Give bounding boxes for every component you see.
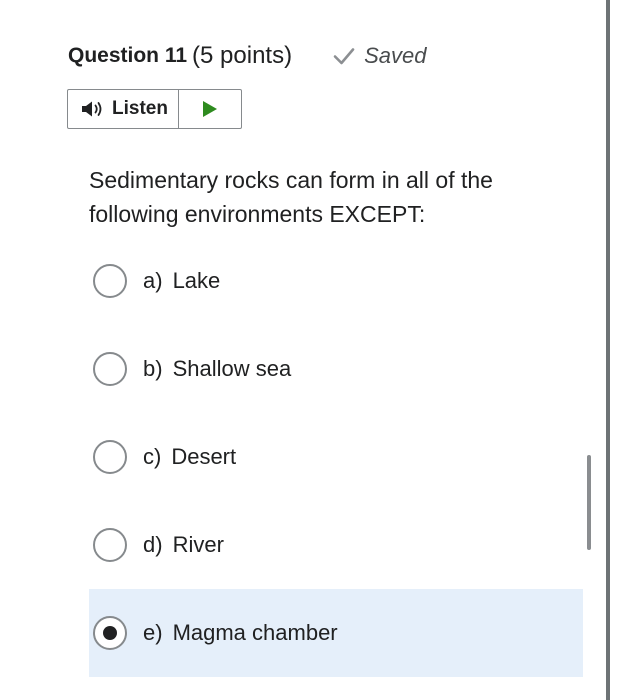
listen-button[interactable]: Listen	[68, 90, 179, 128]
saved-status: Saved	[332, 43, 426, 69]
radio-button[interactable]	[93, 440, 127, 474]
radio-button[interactable]	[93, 616, 127, 650]
question-header: Question 11 (5 points) Saved	[68, 40, 426, 72]
option-label: c) Desert	[143, 444, 236, 470]
play-button[interactable]	[179, 90, 241, 128]
option-text: River	[172, 532, 224, 557]
radio-button[interactable]	[93, 264, 127, 298]
radio-button[interactable]	[93, 352, 127, 386]
option-letter: d)	[143, 532, 163, 557]
option-text: Desert	[171, 444, 237, 469]
option-label: d) River	[143, 532, 224, 558]
question-title: Question 11	[68, 44, 188, 67]
scrollbar-thumb[interactable]	[587, 455, 591, 550]
answer-options: a) Lake b) Shallow sea c) Desert d) River e)…	[89, 237, 583, 677]
option-letter: e)	[143, 620, 163, 645]
answer-option-a[interactable]: a) Lake	[89, 237, 583, 325]
answer-option-e[interactable]: e) Magma chamber	[89, 589, 583, 677]
radio-button[interactable]	[93, 528, 127, 562]
answer-option-d[interactable]: d) River	[89, 501, 583, 589]
option-text: Lake	[172, 268, 221, 293]
option-letter: b)	[143, 356, 163, 381]
panel-right-border	[606, 0, 610, 700]
speaker-icon	[82, 101, 102, 117]
check-icon	[333, 48, 355, 65]
question-points: (5 points)	[192, 42, 293, 69]
option-label: a) Lake	[143, 268, 220, 294]
read-aloud-toolbar: Listen	[67, 89, 242, 129]
play-icon	[202, 101, 217, 117]
answer-option-b[interactable]: b) Shallow sea	[89, 325, 583, 413]
option-label: b) Shallow sea	[143, 356, 291, 382]
radio-dot	[103, 626, 117, 640]
option-letter: a)	[143, 268, 163, 293]
listen-label: Listen	[112, 98, 168, 119]
question-prompt: Sedimentary rocks can form in all of the…	[89, 167, 493, 227]
saved-label: Saved	[364, 43, 427, 68]
option-text: Magma chamber	[172, 620, 338, 645]
option-text: Shallow sea	[172, 356, 292, 381]
option-label: e) Magma chamber	[143, 620, 338, 646]
option-letter: c)	[143, 444, 162, 469]
answer-option-c[interactable]: c) Desert	[89, 413, 583, 501]
